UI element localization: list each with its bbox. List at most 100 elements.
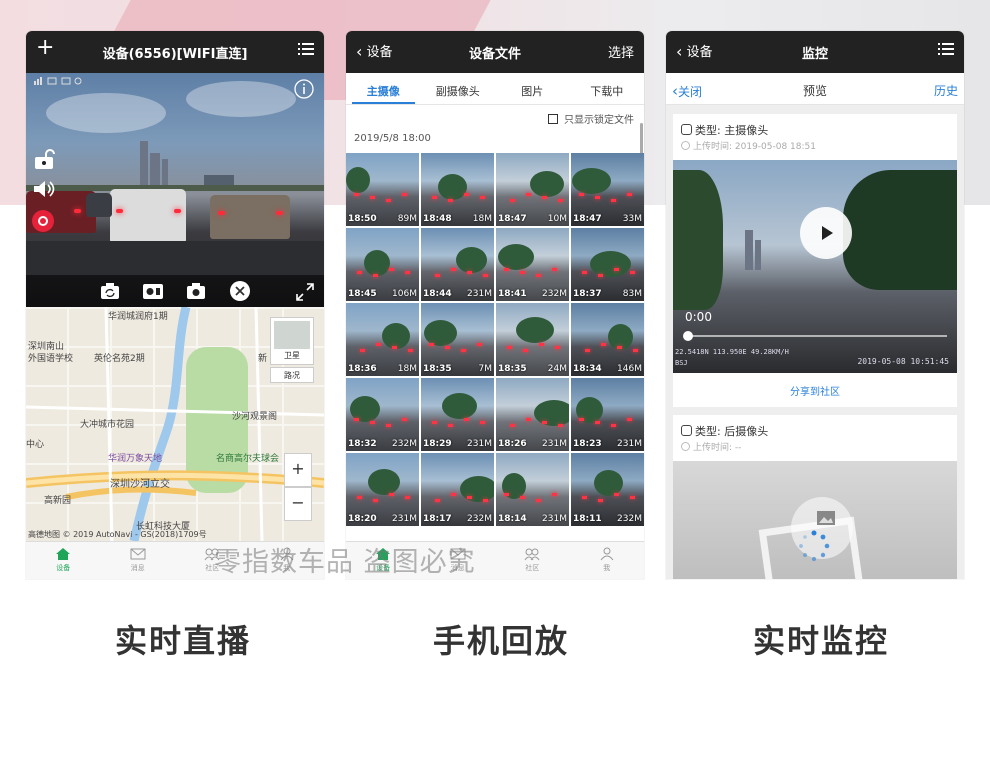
car	[86, 193, 112, 217]
satellite-label: 卫星	[284, 351, 300, 360]
lock-filter[interactable]: 只显示锁定文件	[548, 111, 634, 126]
thumbnail-size: 24M	[547, 364, 567, 374]
tail-light	[405, 271, 410, 274]
tab-device[interactable]: 设备	[26, 542, 101, 579]
tail-light	[582, 496, 587, 499]
tail-light	[598, 274, 603, 277]
record-icon[interactable]	[31, 209, 55, 233]
tail-light	[467, 496, 472, 499]
satellite-layer-button[interactable]: 卫星	[270, 317, 314, 365]
camera-type-label: 类型: 后摄像头	[695, 425, 769, 438]
tree	[534, 400, 569, 426]
thumbnail-size: 18M	[472, 214, 492, 224]
tab-sub-camera[interactable]: 副摄像头	[421, 73, 496, 104]
tail-light	[611, 199, 616, 202]
video-thumbnail[interactable]: 18:34 146M	[571, 303, 644, 376]
traffic-label: 路况	[284, 371, 300, 380]
menu-icon[interactable]	[938, 42, 954, 60]
upload-time: 上传时间: 2019-05-08 18:51	[681, 139, 816, 152]
select-button[interactable]: 选择	[608, 42, 634, 61]
close-icon[interactable]	[229, 280, 251, 302]
home-icon	[56, 548, 71, 560]
camera-icon	[681, 425, 692, 436]
info-icon[interactable]	[294, 79, 314, 99]
share-to-community-button[interactable]: 分享到社区	[673, 383, 957, 398]
video-thumbnail[interactable]: 18:32 232M	[346, 378, 419, 451]
switch-camera-icon[interactable]	[100, 282, 120, 300]
video-thumbnail[interactable]: 18:17 232M	[421, 453, 494, 526]
live-video[interactable]	[26, 73, 324, 307]
tab-main-camera[interactable]: 主摄像	[346, 73, 421, 104]
image-icon	[817, 511, 835, 525]
video-thumbnail[interactable]: 18:23 231M	[571, 378, 644, 451]
tail-light	[116, 209, 123, 213]
video-thumbnail[interactable]: 18:11 232M	[571, 453, 644, 526]
tail-light	[451, 493, 456, 496]
tail-light	[464, 418, 469, 421]
thumbnail-time: 18:20	[348, 514, 377, 524]
video-record-icon[interactable]	[142, 282, 164, 300]
date-header: 2019/5/8 18:00	[354, 133, 431, 144]
fullscreen-icon[interactable]	[296, 283, 314, 301]
thumbnail-time: 18:23	[573, 439, 602, 449]
video-thumbnail[interactable]: 18:35 7M	[421, 303, 494, 376]
menu-icon[interactable]	[298, 42, 314, 60]
tail-light	[614, 268, 619, 271]
tail-light	[357, 496, 362, 499]
map-view[interactable]: 华润城润府1期 深圳南山 外国语学校 英伦名苑2期 大冲城市花园 沙河观景阁 中…	[26, 307, 324, 541]
tree	[843, 170, 957, 290]
tail-light	[405, 496, 410, 499]
video-thumbnail[interactable]: 18:29 231M	[421, 378, 494, 451]
video-thumbnail[interactable]: 18:47 33M	[571, 153, 644, 226]
tail-light	[552, 493, 557, 496]
unlock-icon[interactable]	[33, 149, 55, 169]
map-label: 中心	[26, 440, 45, 450]
thumbnail-time: 18:11	[573, 514, 602, 524]
video-thumbnail[interactable]: 18:20 231M	[346, 453, 419, 526]
thumbnail-time: 18:41	[498, 289, 527, 299]
tail-light	[389, 493, 394, 496]
progress-handle[interactable]	[683, 331, 693, 341]
tab-message[interactable]: 消息	[101, 542, 176, 579]
cloud	[46, 93, 166, 133]
traffic-layer-button[interactable]: 路况	[270, 367, 314, 383]
tab-pictures[interactable]: 图片	[495, 73, 570, 104]
video-thumbnail[interactable]: 18:36 18M	[346, 303, 419, 376]
thumbnail-size: 232M	[467, 514, 492, 524]
video-thumbnail[interactable]: 18:48 18M	[421, 153, 494, 226]
volume-icon[interactable]	[32, 179, 56, 199]
video-thumbnail[interactable]: 18:45 106M	[346, 228, 419, 301]
video-thumbnail[interactable]: 18:44 231M	[421, 228, 494, 301]
monitor-body: 类型: 主摄像头 上传时间: 2019-05-08 18:51 0:00 22.…	[666, 105, 964, 579]
lock-filter-checkbox[interactable]	[548, 114, 558, 124]
video-thumbnail[interactable]: 18:41 232M	[496, 228, 569, 301]
building	[745, 230, 753, 270]
thumbnail-time: 18:29	[423, 439, 452, 449]
video-thumbnail[interactable]: 18:47 10M	[496, 153, 569, 226]
progress-track[interactable]	[685, 335, 947, 337]
video-thumbnail[interactable]: 18:50 89M	[346, 153, 419, 226]
thumbnail-size: 18M	[397, 364, 417, 374]
play-button[interactable]	[800, 207, 852, 259]
map-label: 名商高尔夫球会	[216, 454, 280, 464]
video-thumbnail[interactable]: 18:14 231M	[496, 453, 569, 526]
loading-spinner-icon	[799, 530, 830, 562]
thumbnail-size: 83M	[622, 289, 642, 299]
map-label: 大冲城市花园	[80, 420, 135, 430]
zoom-out-button[interactable]: −	[284, 487, 312, 521]
tab-me[interactable]: 我	[570, 542, 645, 579]
video-thumbnail[interactable]: 18:35 24M	[496, 303, 569, 376]
video-thumbnail[interactable]: 18:37 83M	[571, 228, 644, 301]
tab-downloading[interactable]: 下载中	[570, 73, 645, 104]
camera-icon[interactable]	[186, 282, 206, 300]
zoom-in-button[interactable]: +	[284, 453, 312, 487]
camera-card-rear: 类型: 后摄像头 上传时间: --	[673, 415, 957, 579]
tab-community[interactable]: 社区	[495, 542, 570, 579]
upload-time: 上传时间: --	[681, 440, 741, 453]
tail-light	[461, 349, 466, 352]
video-thumbnail[interactable]: 18:26 231M	[496, 378, 569, 451]
tail-light	[520, 496, 525, 499]
preview-video[interactable]: 0:00 22.5418N 113.950E 49.28KM/H BSJ 201…	[673, 160, 957, 373]
history-button[interactable]: 历史	[934, 82, 958, 99]
overlay-brand: BSJ	[675, 359, 688, 367]
